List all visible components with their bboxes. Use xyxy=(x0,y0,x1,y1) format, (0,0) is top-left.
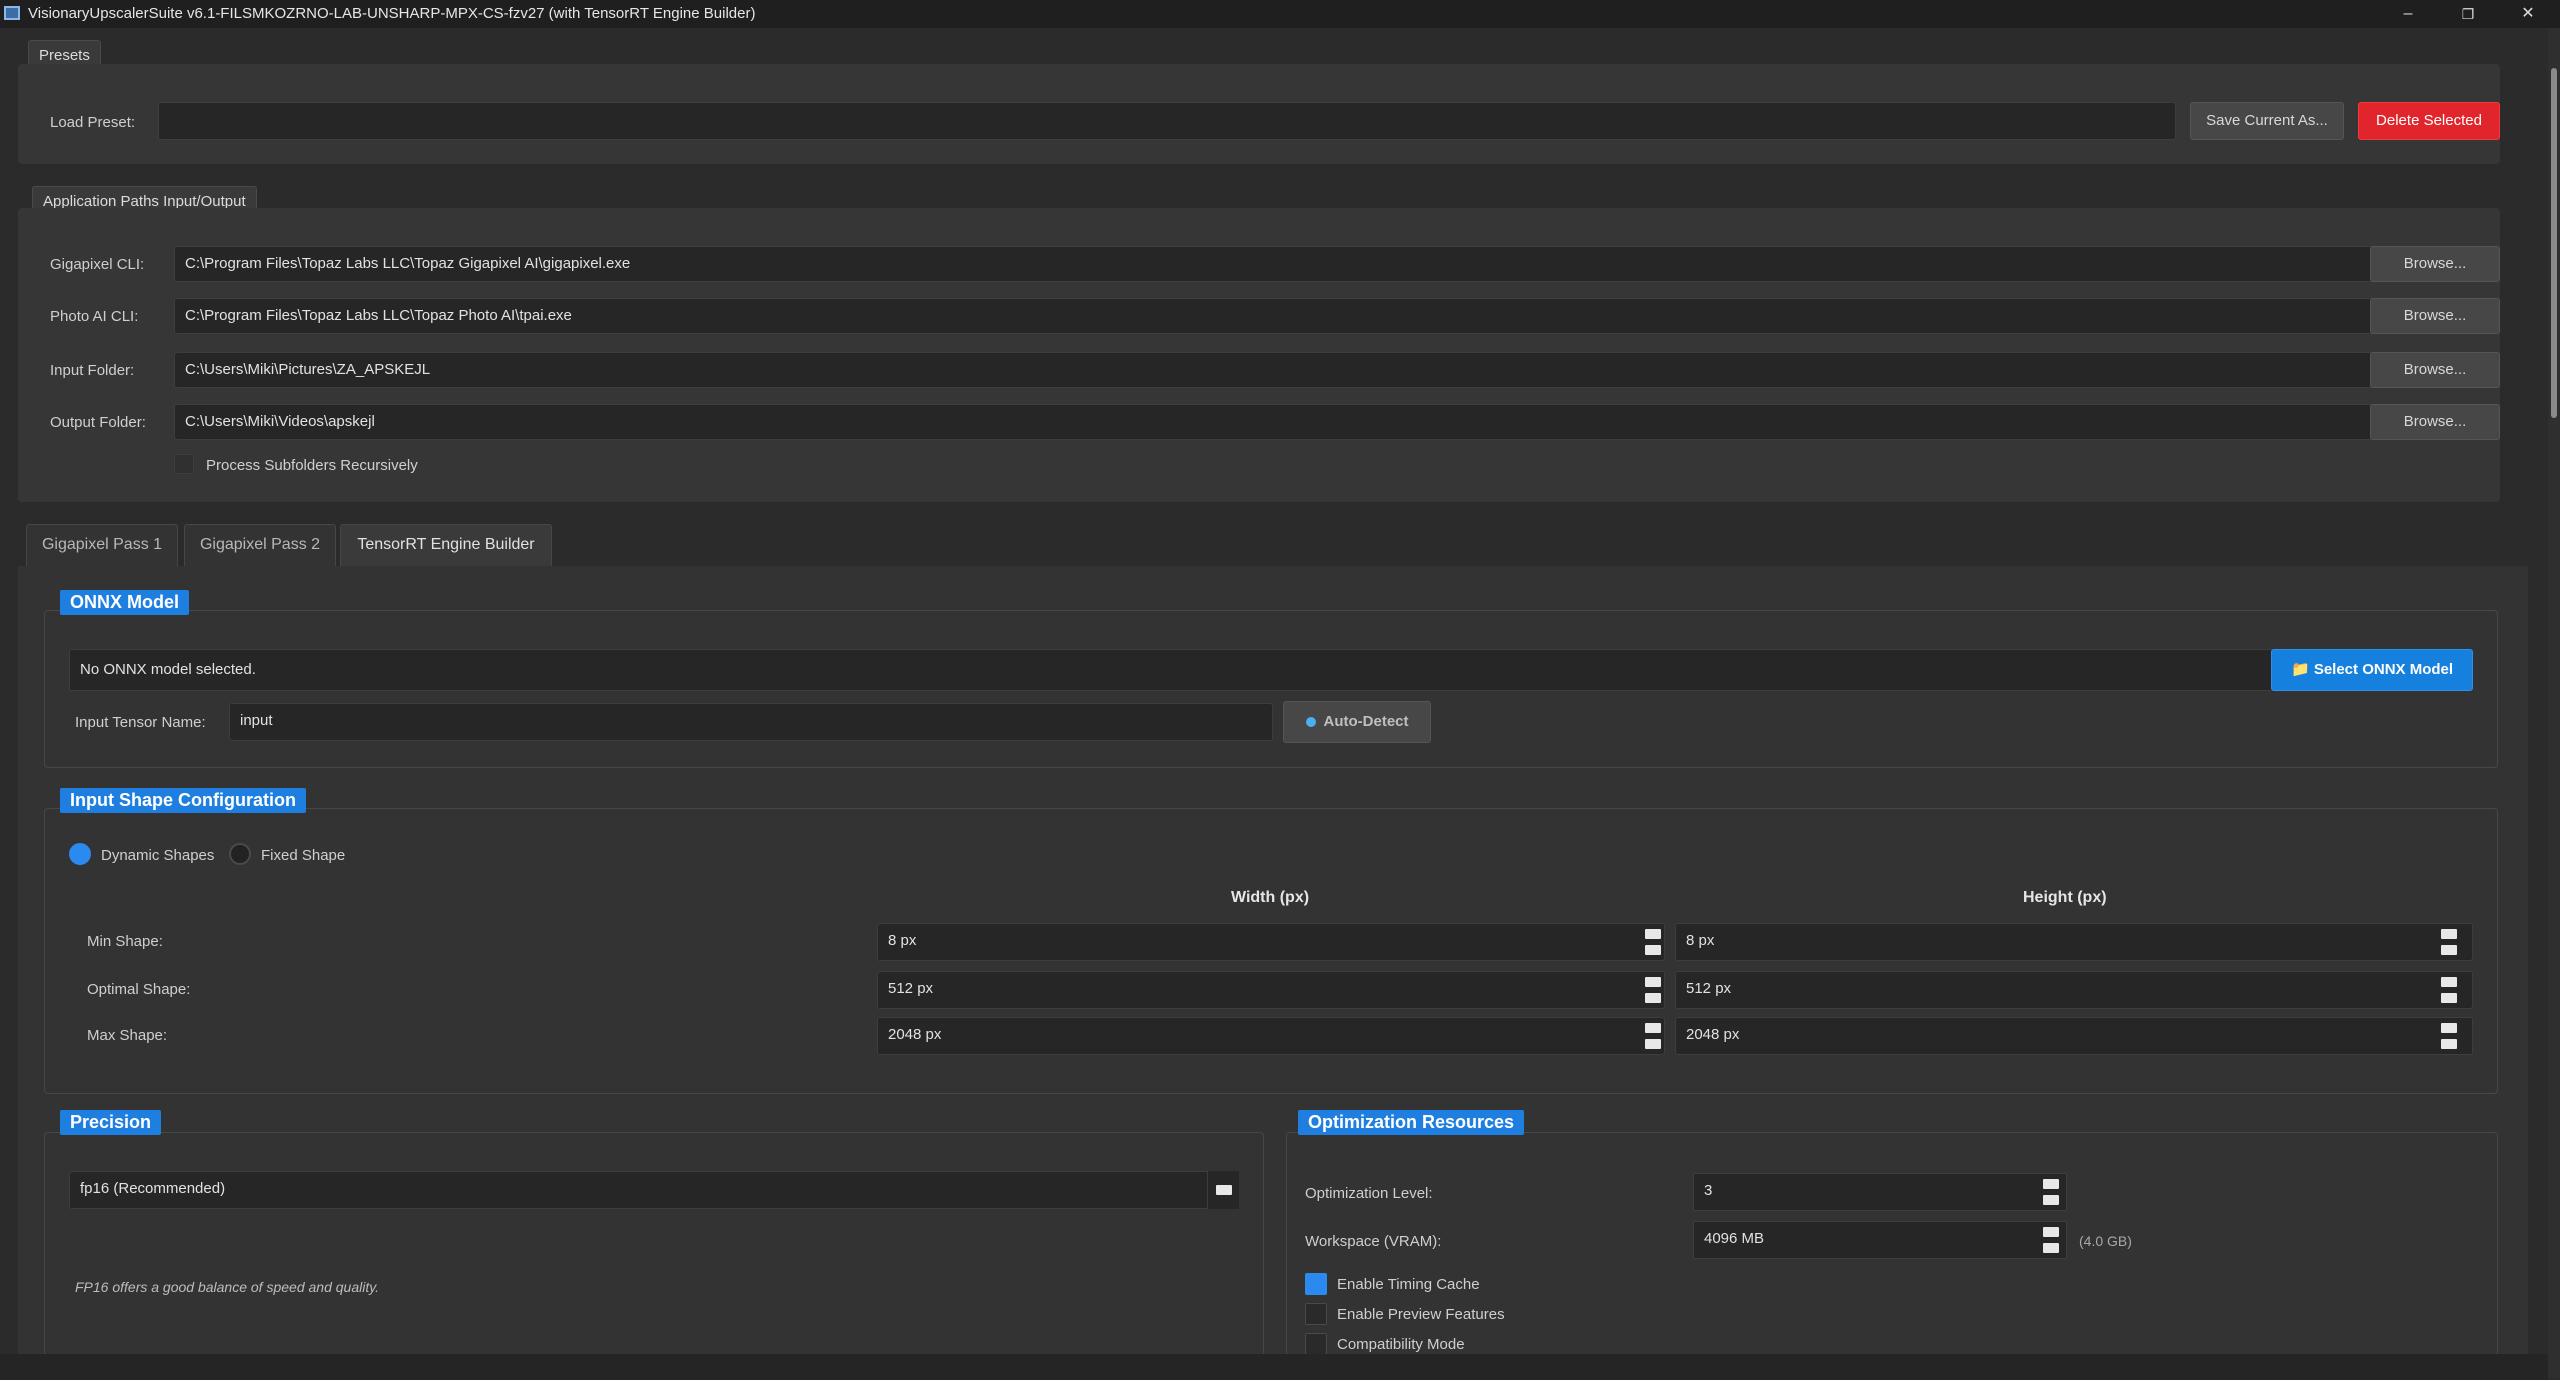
onnx-model-title: ONNX Model xyxy=(60,590,190,615)
compatibility-mode-label[interactable]: Compatibility Mode xyxy=(1337,1336,1465,1353)
workspace-label: Workspace (VRAM): xyxy=(1305,1233,1442,1250)
tensorrt-tab-content: No ONNX model selected. 📁 Select ONNX Mo… xyxy=(18,566,2528,1362)
width-column-header: Width (px) xyxy=(1231,889,1310,906)
precision-title: Precision xyxy=(60,1110,162,1135)
fixed-shape-radio[interactable] xyxy=(229,843,251,865)
tab-tensorrt-engine-builder[interactable]: TensorRT Engine Builder xyxy=(340,524,552,568)
browse-output-button[interactable]: Browse... xyxy=(2370,404,2500,440)
detect-dot-icon xyxy=(1305,717,1316,728)
input-folder-field[interactable]: C:\Users\Miki\Pictures\ZA_APSKEJL xyxy=(174,352,2372,388)
minimize-button[interactable]: – xyxy=(2378,0,2438,28)
optimal-shape-label: Optimal Shape: xyxy=(87,981,191,998)
presets-panel: Load Preset: Save Current As... Delete S… xyxy=(18,64,2500,164)
path-label-output: Output Folder: xyxy=(50,414,146,431)
window-title: VisionaryUpscalerSuite v6.1-FILSMKOZRNO-… xyxy=(28,5,756,22)
input-shape-group: Dynamic Shapes Fixed Shape Width (px) He… xyxy=(44,808,2498,1094)
output-folder-field[interactable]: C:\Users\Miki\Videos\apskejl xyxy=(174,404,2372,440)
opt-height-down-button[interactable] xyxy=(2441,993,2457,1003)
height-column-header: Height (px) xyxy=(2023,889,2107,906)
recursive-label[interactable]: Process Subfolders Recursively xyxy=(206,457,418,474)
path-label-input: Input Folder: xyxy=(50,362,135,379)
status-strip xyxy=(0,1354,2548,1380)
scrollbar-thumb[interactable] xyxy=(2551,68,2557,418)
close-button[interactable]: ✕ xyxy=(2498,0,2558,28)
max-height-input[interactable]: 2048 px xyxy=(1675,1017,2473,1055)
max-width-down-button[interactable] xyxy=(1645,1039,1661,1049)
workspace-up-button[interactable] xyxy=(2043,1227,2059,1237)
optimization-title: Optimization Resources xyxy=(1298,1110,1525,1135)
load-preset-label: Load Preset: xyxy=(50,114,136,131)
max-height-up-button[interactable] xyxy=(2441,1023,2457,1033)
timing-cache-label[interactable]: Enable Timing Cache xyxy=(1337,1276,1480,1293)
tab-gigapixel-pass-2[interactable]: Gigapixel Pass 2 xyxy=(184,524,336,566)
title-bar: VisionaryUpscalerSuite v6.1-FILSMKOZRNO-… xyxy=(0,0,2560,28)
save-preset-button[interactable]: Save Current As... xyxy=(2190,102,2344,140)
opt-width-input[interactable]: 512 px xyxy=(877,971,1665,1009)
workspace-input[interactable]: 4096 MB xyxy=(1693,1221,2067,1259)
main-scrollbar[interactable] xyxy=(2548,28,2560,1378)
optimization-group: Optimization Level: 3 Workspace (VRAM): … xyxy=(1286,1132,2498,1362)
min-width-down-button[interactable] xyxy=(1645,945,1661,955)
path-label-photoai: Photo AI CLI: xyxy=(50,308,139,325)
browse-input-button[interactable]: Browse... xyxy=(2370,352,2500,388)
folder-icon: 📁 xyxy=(2290,661,2310,678)
opt-height-up-button[interactable] xyxy=(2441,977,2457,987)
select-onnx-model-button[interactable]: 📁 Select ONNX Model xyxy=(2271,649,2473,691)
dynamic-shapes-label[interactable]: Dynamic Shapes xyxy=(101,847,214,864)
optimization-level-input[interactable]: 3 xyxy=(1693,1173,2067,1211)
workspace-down-button[interactable] xyxy=(2043,1243,2059,1253)
preview-features-checkbox[interactable] xyxy=(1305,1303,1327,1325)
load-preset-combobox[interactable] xyxy=(158,102,2176,140)
input-shape-title: Input Shape Configuration xyxy=(60,788,306,813)
restore-button[interactable]: ❐ xyxy=(2438,0,2498,28)
path-label-gigapixel: Gigapixel CLI: xyxy=(50,256,145,273)
delete-preset-button[interactable]: Delete Selected xyxy=(2358,102,2500,140)
preview-features-label[interactable]: Enable Preview Features xyxy=(1337,1306,1505,1323)
opt-height-input[interactable]: 512 px xyxy=(1675,971,2473,1009)
browse-photoai-button[interactable]: Browse... xyxy=(2370,298,2500,334)
opt-level-down-button[interactable] xyxy=(2043,1195,2059,1205)
precision-note: FP16 offers a good balance of speed and … xyxy=(75,1279,380,1295)
opt-level-up-button[interactable] xyxy=(2043,1179,2059,1189)
recursive-checkbox[interactable] xyxy=(174,454,194,474)
photoai-cli-field[interactable]: C:\Program Files\Topaz Labs LLC\Topaz Ph… xyxy=(174,298,2372,334)
precision-combobox[interactable]: fp16 (Recommended) xyxy=(69,1171,1239,1209)
compatibility-mode-checkbox[interactable] xyxy=(1305,1333,1327,1355)
precision-group: fp16 (Recommended) FP16 offers a good ba… xyxy=(44,1132,1264,1362)
gigapixel-cli-field[interactable]: C:\Program Files\Topaz Labs LLC\Topaz Gi… xyxy=(174,246,2372,282)
max-width-up-button[interactable] xyxy=(1645,1023,1661,1033)
opt-width-up-button[interactable] xyxy=(1645,977,1661,987)
min-height-down-button[interactable] xyxy=(2441,945,2457,955)
tab-gigapixel-pass-1[interactable]: Gigapixel Pass 1 xyxy=(26,524,178,566)
app-icon xyxy=(4,6,20,20)
min-width-up-button[interactable] xyxy=(1645,929,1661,939)
min-shape-label: Min Shape: xyxy=(87,933,163,950)
fixed-shape-label[interactable]: Fixed Shape xyxy=(261,847,345,864)
paths-panel: Gigapixel CLI: C:\Program Files\Topaz La… xyxy=(18,208,2500,502)
precision-dropdown-button[interactable] xyxy=(1207,1171,1239,1209)
dynamic-shapes-radio[interactable] xyxy=(69,843,91,865)
onnx-model-group: No ONNX model selected. 📁 Select ONNX Mo… xyxy=(44,610,2498,768)
chevron-down-icon xyxy=(1216,1185,1232,1195)
opt-width-down-button[interactable] xyxy=(1645,993,1661,1003)
auto-detect-label: Auto-Detect xyxy=(1323,713,1409,730)
select-onnx-label: Select ONNX Model xyxy=(2313,661,2454,678)
min-height-up-button[interactable] xyxy=(2441,929,2457,939)
tensor-name-label: Input Tensor Name: xyxy=(75,714,206,731)
tensor-name-input[interactable]: input xyxy=(229,703,1273,741)
max-height-down-button[interactable] xyxy=(2441,1039,2457,1049)
browse-gigapixel-button[interactable]: Browse... xyxy=(2370,246,2500,282)
optimization-level-label: Optimization Level: xyxy=(1305,1185,1433,1202)
max-shape-label: Max Shape: xyxy=(87,1027,168,1044)
onnx-model-status: No ONNX model selected. xyxy=(69,649,2307,691)
auto-detect-button[interactable]: Auto-Detect xyxy=(1283,701,1431,743)
workspace-hint: (4.0 GB) xyxy=(2079,1233,2132,1249)
max-width-input[interactable]: 2048 px xyxy=(877,1017,1665,1055)
min-width-input[interactable]: 8 px xyxy=(877,923,1665,961)
timing-cache-checkbox[interactable] xyxy=(1305,1273,1327,1295)
min-height-input[interactable]: 8 px xyxy=(1675,923,2473,961)
